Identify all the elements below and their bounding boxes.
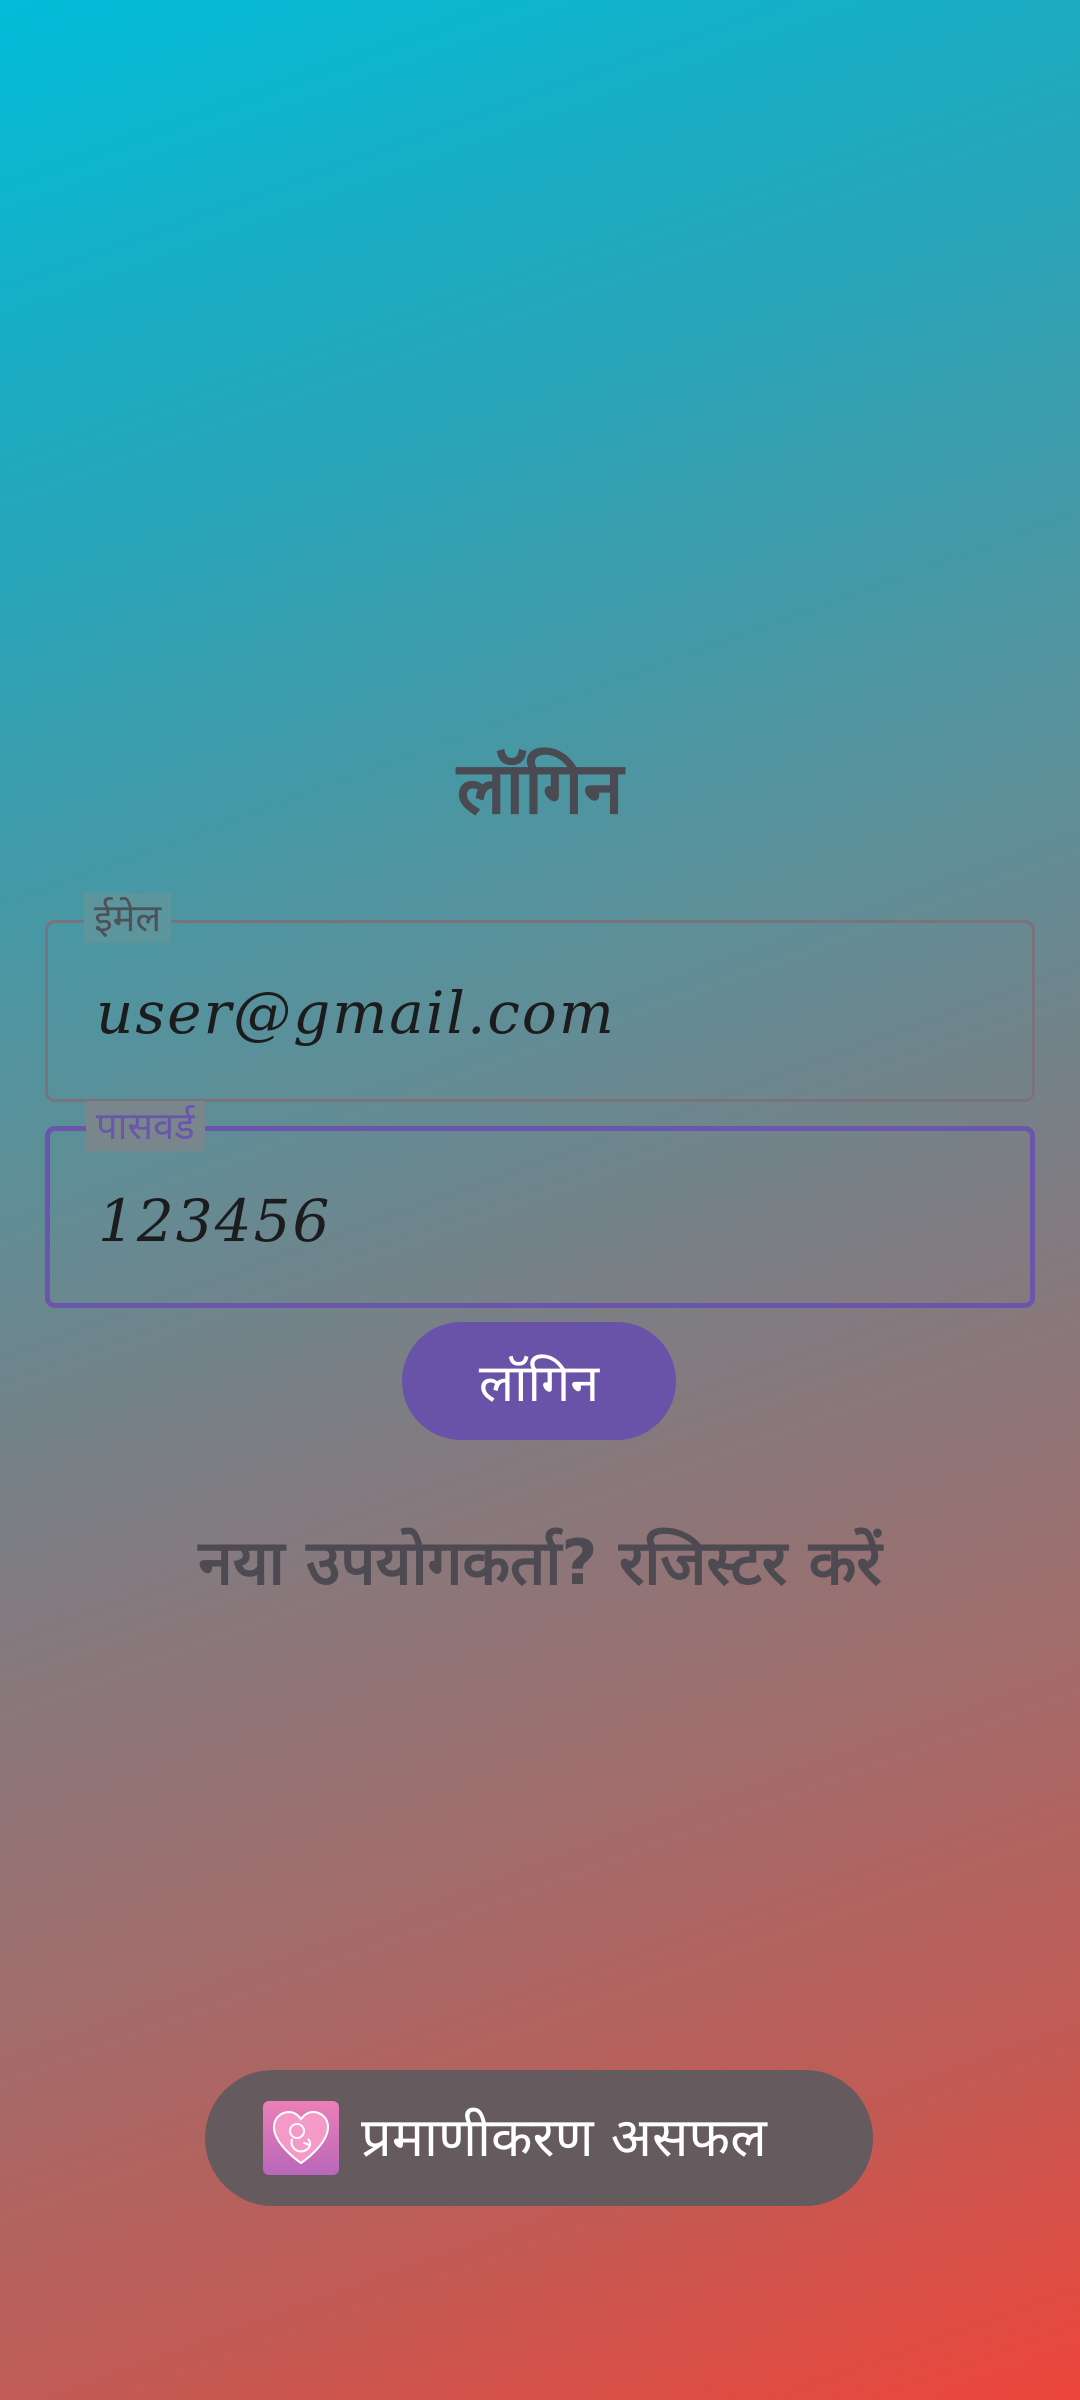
email-field-label: ईमेल (84, 893, 172, 943)
login-button[interactable]: लॉगिन (402, 1322, 676, 1440)
toast-message: प्रमाणीकरण असफल (361, 2106, 767, 2169)
page-title: लॉगिन (456, 746, 624, 830)
email-field[interactable]: ईमेल user@gmail.com (45, 893, 1035, 1102)
register-link[interactable]: नया उपयोगकर्ता? रजिस्टर करें (0, 1518, 1080, 1608)
password-field-label: पासवर्ड (86, 1101, 205, 1151)
toast-notification: प्रमाणीकरण असफल (205, 2070, 873, 2206)
heart-baby-icon (263, 2101, 339, 2175)
password-field[interactable]: पासवर्ड 123456 (45, 1101, 1035, 1308)
email-input[interactable]: user@gmail.com (96, 973, 616, 1053)
password-input[interactable]: 123456 (98, 1181, 331, 1261)
